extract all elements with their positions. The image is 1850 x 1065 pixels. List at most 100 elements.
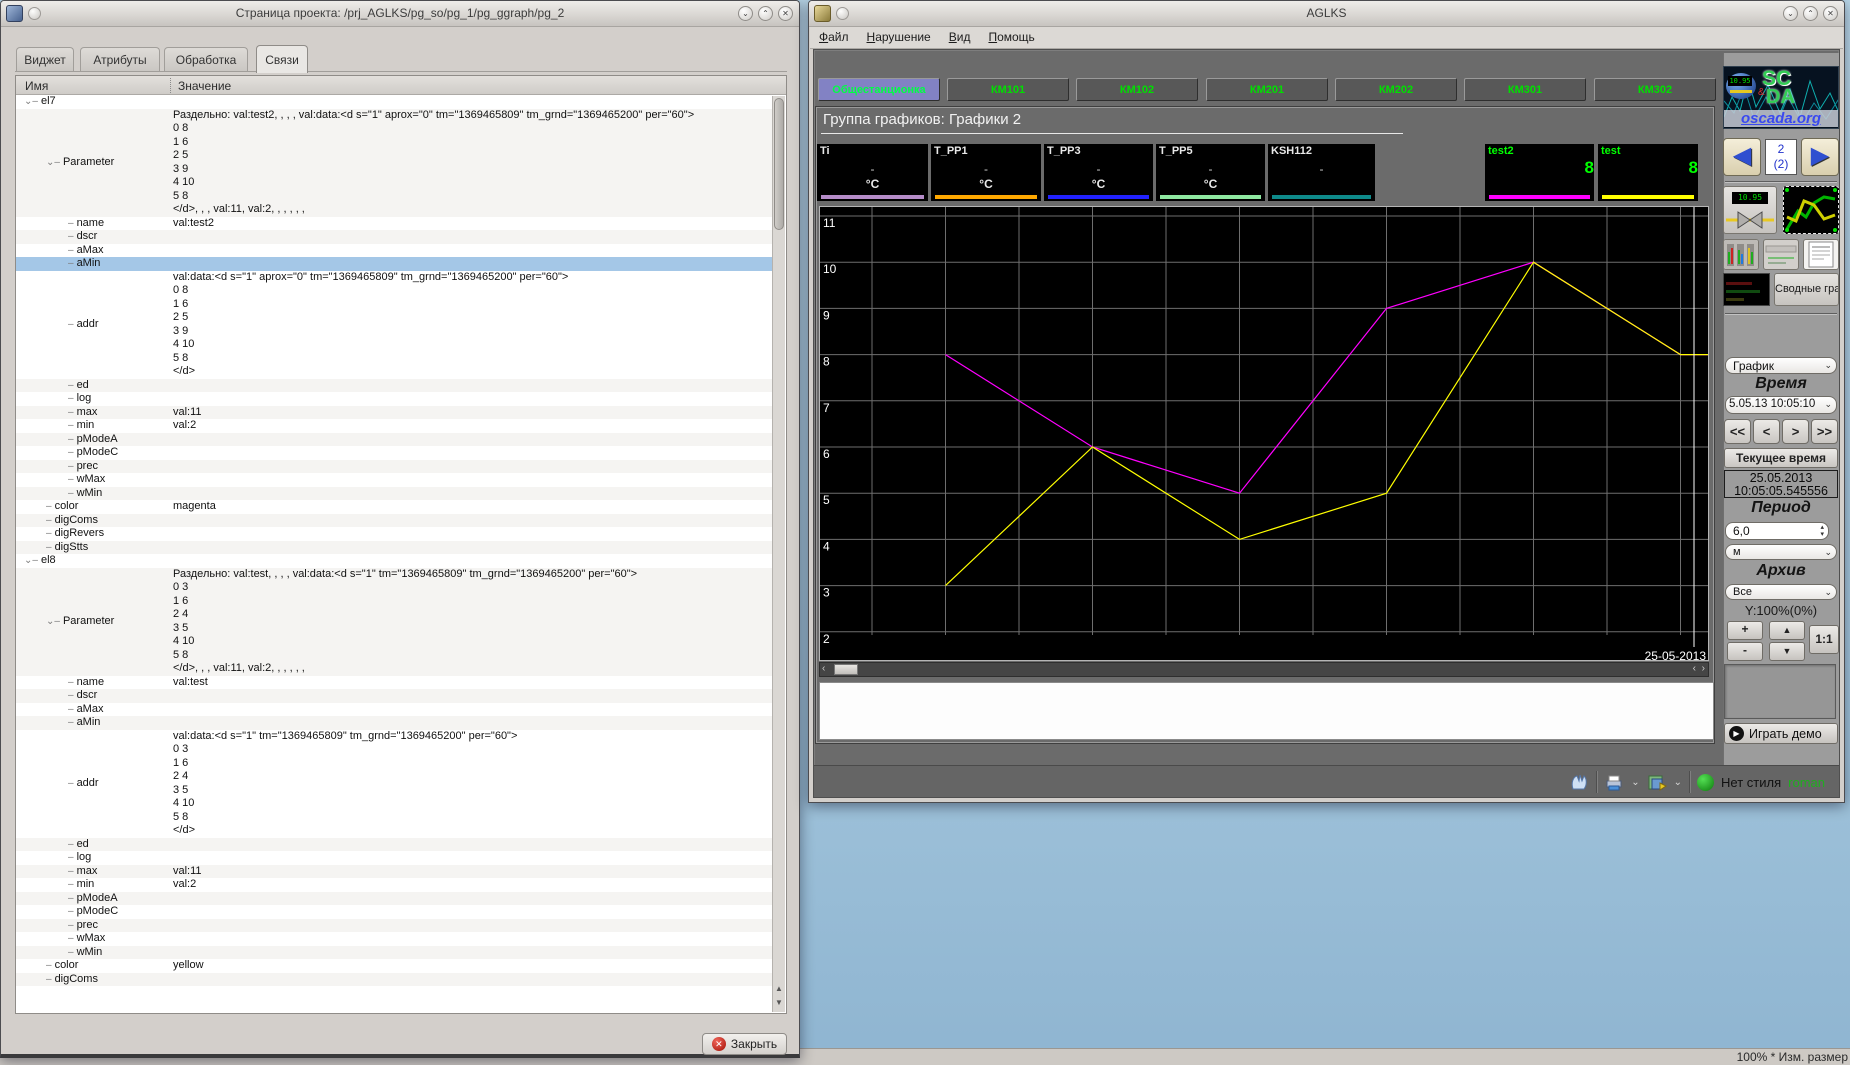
tree-row-aMin[interactable]: –aMin <box>16 716 772 730</box>
archive-combo[interactable]: Все ⌄ <box>1725 584 1837 600</box>
panel-view-button[interactable] <box>1763 239 1799 270</box>
tree-row-max[interactable]: –maxval:11 <box>16 865 772 879</box>
tree-row-log[interactable]: –log <box>16 851 772 865</box>
tree-row-digStts[interactable]: –digStts <box>16 541 772 555</box>
param-box-Ti[interactable]: Ti-°C <box>817 144 928 201</box>
period-spinbox[interactable]: 6,0 ▴▾ <box>1725 522 1829 540</box>
tree-row-digRevers[interactable]: –digRevers <box>16 527 772 541</box>
param-box-KSH112[interactable]: KSH112- <box>1268 144 1375 201</box>
tree-row-pModeC[interactable]: –pModeC <box>16 446 772 460</box>
tree-row-wMax[interactable]: –wMax <box>16 932 772 946</box>
tree-row-prec[interactable]: –prec <box>16 460 772 474</box>
tree-row-pModeA[interactable]: –pModeA <box>16 892 772 906</box>
chart-scrollbar-thumb[interactable] <box>834 664 858 675</box>
time-nav-forward[interactable]: > <box>1782 419 1809 444</box>
param-box-T_PP3[interactable]: T_PP3-°C <box>1044 144 1153 201</box>
tree-row-Parameter[interactable]: ⌄–ParameterРаздельно: val:test, , , , va… <box>16 568 772 676</box>
tree-scrollbar-thumb[interactable] <box>774 98 784 230</box>
logo-site-link[interactable]: oscada.org <box>1724 110 1838 127</box>
tab-Атрибуты[interactable]: Атрибуты <box>80 47 160 72</box>
station-tab-КМ201[interactable]: КМ201 <box>1206 78 1328 101</box>
param-box-test2[interactable]: test28 <box>1485 144 1594 201</box>
tree-row-pModeC[interactable]: –pModeC <box>16 905 772 919</box>
play-demo-button[interactable]: ▶ Играть демо <box>1724 723 1838 744</box>
tree-scrollbar[interactable]: ▲ ▼ <box>772 96 785 1012</box>
window-maximize-button[interactable]: ⌃ <box>758 6 773 21</box>
shift-up-button[interactable]: ▲ <box>1769 621 1805 640</box>
chart-scroll-right-icon[interactable]: › <box>1702 663 1705 674</box>
window-shade-button[interactable]: ⌄ <box>1783 6 1798 21</box>
alarm-hand-icon[interactable] <box>1569 773 1589 791</box>
shift-down-button[interactable]: ▼ <box>1769 642 1805 661</box>
chevron-down-icon[interactable]: ⌄ <box>1674 777 1682 788</box>
window-close-button[interactable]: ✕ <box>1823 6 1838 21</box>
left-titlebar[interactable]: Страница проекта: /prj_AGLKS/pg_so/pg_1/… <box>1 1 799 27</box>
tree-row-aMin[interactable]: –aMin <box>16 257 772 271</box>
message-box[interactable] <box>819 682 1714 740</box>
time-nav-back[interactable]: < <box>1753 419 1780 444</box>
time-nav-fast-back[interactable]: << <box>1724 419 1751 444</box>
station-tab-КМ101[interactable]: КМ101 <box>947 78 1069 101</box>
menu-Файл[interactable]: Файл <box>810 27 858 44</box>
param-box-T_PP5[interactable]: T_PP5-°C <box>1156 144 1265 201</box>
tree-row-color[interactable]: –coloryellow <box>16 959 772 973</box>
view-type-combo[interactable]: График ⌄ <box>1725 357 1837 374</box>
param-box-test[interactable]: test8 <box>1598 144 1698 201</box>
tree-expanded-icon[interactable]: ⌄– <box>24 95 38 109</box>
valve-view-button[interactable]: 10.95 <box>1723 186 1777 234</box>
oscada-logo[interactable]: SC & DA 10.95 oscada.org <box>1723 66 1839 129</box>
scroll-down-icon[interactable]: ▼ <box>773 996 785 1010</box>
tab-Связи[interactable]: Связи <box>256 45 308 73</box>
menu-Помощь[interactable]: Помощь <box>979 27 1043 44</box>
menu-Нарушение[interactable]: Нарушение <box>858 27 940 44</box>
tree-row-addr[interactable]: –addrval:data:<d s="1" tm="1369465809" t… <box>16 730 772 838</box>
spinner-arrows-icon[interactable]: ▴▾ <box>1820 524 1824 538</box>
time-nav-fast-forward[interactable]: >> <box>1811 419 1838 444</box>
tree-row-color[interactable]: –colormagenta <box>16 500 772 514</box>
tab-Обработка[interactable]: Обработка <box>164 47 248 72</box>
tree-row-name[interactable]: –nameval:test <box>16 676 772 690</box>
prev-page-button[interactable]: ◀ <box>1723 138 1761 176</box>
tree-header[interactable]: Имя Значение <box>16 76 786 95</box>
tree-row-aMax[interactable]: –aMax <box>16 703 772 717</box>
station-tab-КМ102[interactable]: КМ102 <box>1076 78 1198 101</box>
tree-expanded-icon[interactable]: ⌄– <box>24 554 38 568</box>
trend-chart[interactable]: 1110987654329:59:3010:0030c10:0130c10:02… <box>819 206 1709 661</box>
printer-icon[interactable] <box>1604 774 1624 791</box>
tree-row-ed[interactable]: –ed <box>16 838 772 852</box>
column-separator[interactable] <box>170 78 171 93</box>
time-combo[interactable]: 5.05.13 10:05:10 ⌄ <box>1725 396 1837 414</box>
mnemo-view-button[interactable] <box>1723 239 1759 270</box>
menu-Вид[interactable]: Вид <box>940 27 980 44</box>
tree-row-name[interactable]: –nameval:test2 <box>16 217 772 231</box>
current-time-button[interactable]: Текущее время <box>1724 448 1838 468</box>
chart-scroll-left-icon[interactable]: ‹ <box>822 663 825 674</box>
zoom-out-button[interactable]: - <box>1727 642 1763 661</box>
user-label[interactable]: roman <box>1788 775 1825 790</box>
tab-Виджет[interactable]: Виджет <box>16 47 74 72</box>
summary-graph-thumb[interactable] <box>1723 273 1770 306</box>
tree-row-digComs[interactable]: –digComs <box>16 973 772 987</box>
tree-row-min[interactable]: –minval:2 <box>16 419 772 433</box>
summary-graph-button[interactable]: Сводные граф <box>1774 273 1839 306</box>
tree-row-wMin[interactable]: –wMin <box>16 946 772 960</box>
tree-row-aMax[interactable]: –aMax <box>16 244 772 258</box>
window-maximize-button[interactable]: ⌃ <box>1803 6 1818 21</box>
right-titlebar[interactable]: AGLKS ⌄⌃✕ <box>809 1 1844 27</box>
tree-row-wMin[interactable]: –wMin <box>16 487 772 501</box>
close-button[interactable]: ✕ Закрыть <box>702 1033 787 1055</box>
period-unit-combo[interactable]: м ⌄ <box>1725 544 1837 560</box>
station-tab-КМ302[interactable]: КМ302 <box>1594 78 1716 101</box>
tree-row-dscr[interactable]: –dscr <box>16 230 772 244</box>
window-shade-button[interactable]: ⌄ <box>738 6 753 21</box>
tree-row-wMax[interactable]: –wMax <box>16 473 772 487</box>
tree-row-digComs[interactable]: –digComs <box>16 514 772 528</box>
zoom-in-button[interactable]: + <box>1727 621 1763 640</box>
trend-view-button[interactable] <box>1783 186 1839 234</box>
tree-row-log[interactable]: –log <box>16 392 772 406</box>
next-page-button[interactable]: ▶ <box>1801 138 1839 176</box>
tree-row-min[interactable]: –minval:2 <box>16 878 772 892</box>
chevron-down-icon[interactable]: ⌄ <box>1631 777 1639 788</box>
tree-expanded-icon[interactable]: ⌄– <box>46 615 60 629</box>
param-box-T_PP1[interactable]: T_PP1-°C <box>931 144 1041 201</box>
